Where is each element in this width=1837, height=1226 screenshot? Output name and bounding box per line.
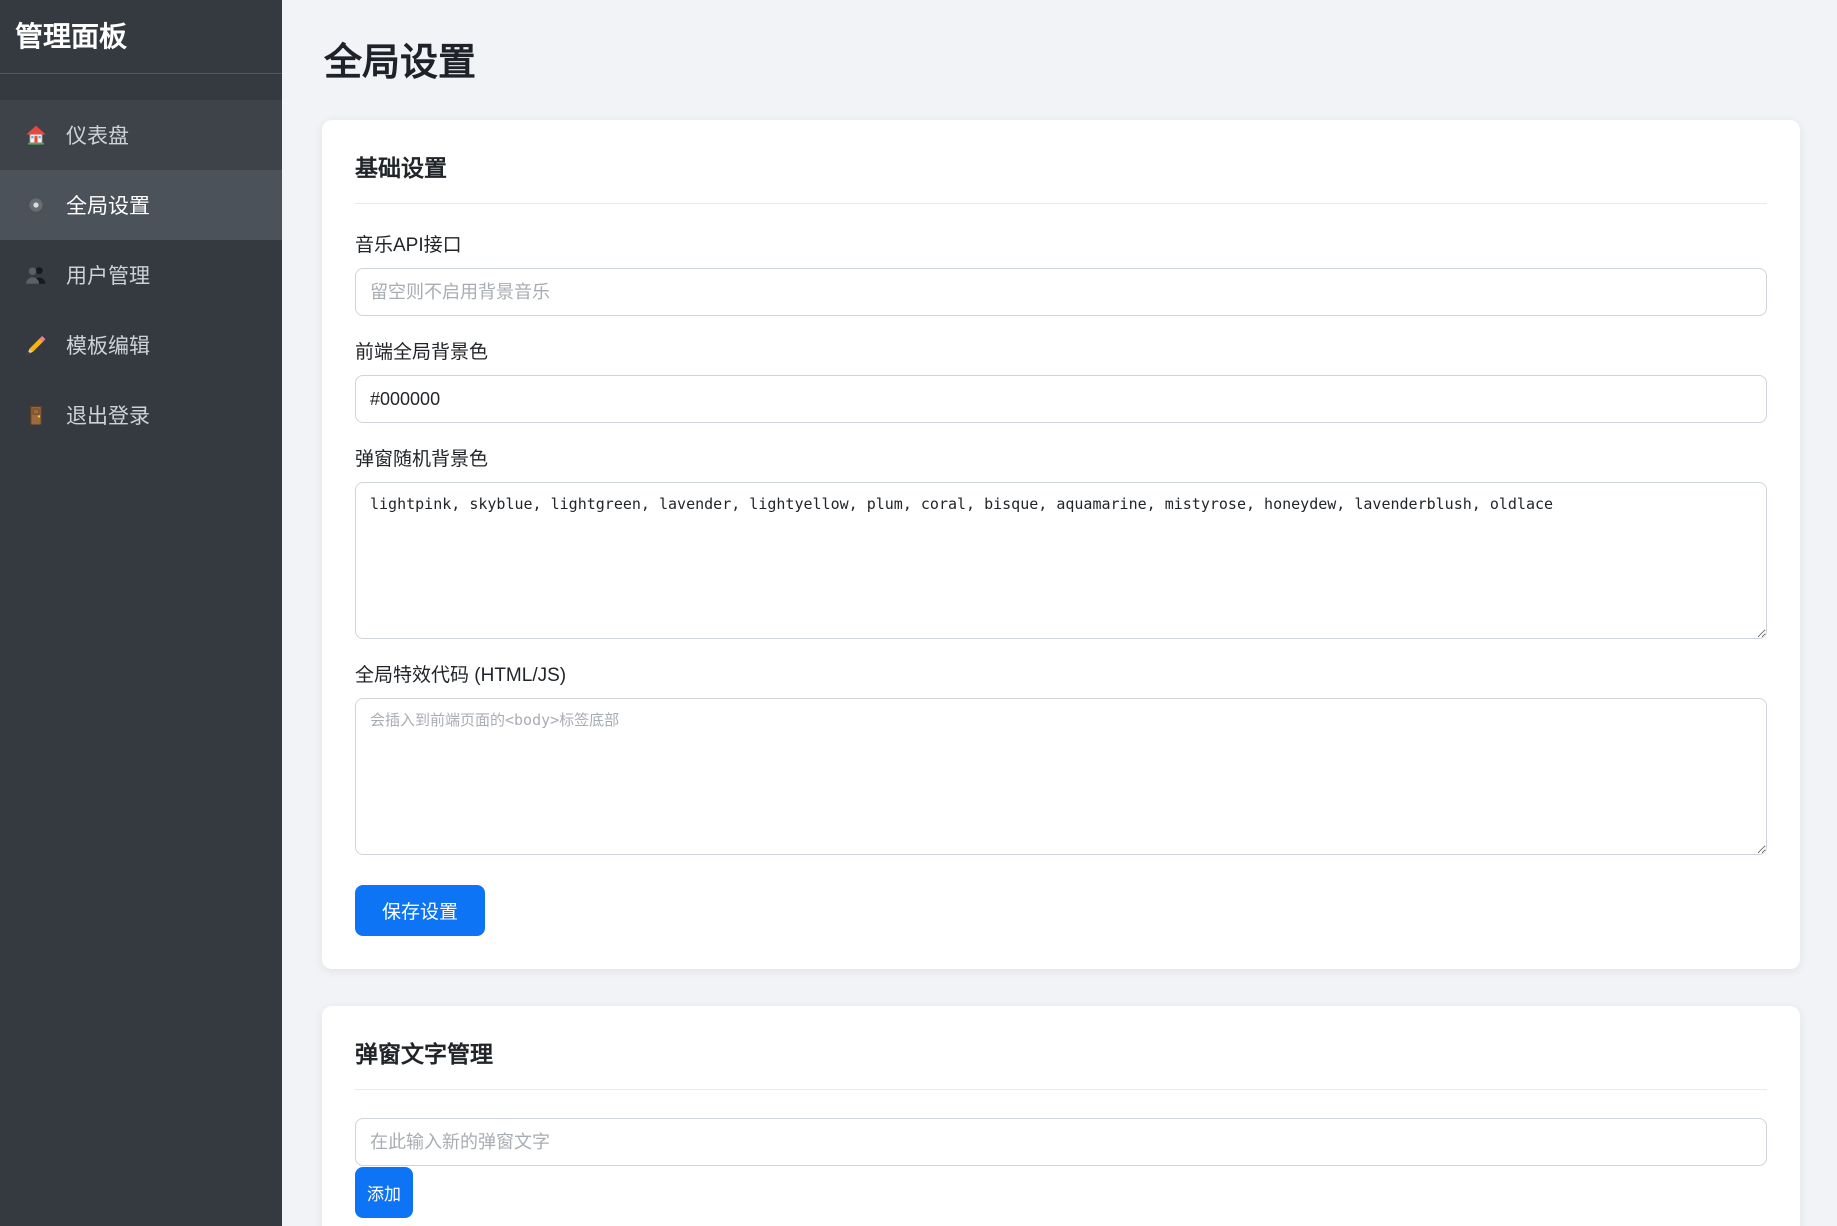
sidebar-item-label: 用户管理 — [66, 260, 150, 290]
save-settings-button[interactable]: 保存设置 — [355, 885, 485, 936]
music-api-group: 音乐API接口 — [355, 235, 1767, 316]
app-title: 管理面板 — [0, 0, 282, 73]
sidebar-item-template-edit[interactable]: 模板编辑 — [0, 310, 282, 380]
new-popup-text-input[interactable] — [355, 1118, 1767, 1166]
users-icon — [25, 264, 47, 286]
sidebar-item-user-management[interactable]: 用户管理 — [0, 240, 282, 310]
popup-colors-textarea[interactable]: lightpink, skyblue, lightgreen, lavender… — [355, 482, 1767, 639]
bg-color-group: 前端全局背景色 — [355, 342, 1767, 423]
popup-colors-group: 弹窗随机背景色 lightpink, skyblue, lightgreen, … — [355, 449, 1767, 639]
page-title: 全局设置 — [324, 38, 1800, 88]
sidebar-item-logout[interactable]: 退出登录 — [0, 380, 282, 450]
basic-settings-card: 基础设置 音乐API接口 前端全局背景色 弹窗随机背景色 lightpink, … — [322, 120, 1800, 969]
sidebar-item-label: 模板编辑 — [66, 330, 150, 360]
gear-icon — [25, 194, 47, 216]
music-api-label: 音乐API接口 — [355, 235, 1767, 257]
effects-code-textarea[interactable] — [355, 698, 1767, 855]
popup-colors-label: 弹窗随机背景色 — [355, 449, 1767, 471]
sidebar-menu: 仪表盘 全局设置 用户管理 — [0, 100, 282, 450]
basic-settings-heading: 基础设置 — [355, 153, 1767, 183]
sidebar-item-label: 退出登录 — [66, 400, 150, 430]
main-content: 全局设置 基础设置 音乐API接口 前端全局背景色 弹窗随机背景色 lightp… — [282, 0, 1837, 1226]
add-popup-text-button[interactable]: 添加 — [355, 1167, 413, 1218]
home-icon — [25, 124, 47, 146]
music-api-input[interactable] — [355, 268, 1767, 316]
heading-divider — [355, 203, 1767, 204]
sidebar-item-global-settings[interactable]: 全局设置 — [0, 170, 282, 240]
effects-code-label: 全局特效代码 (HTML/JS) — [355, 665, 1767, 687]
popup-text-heading: 弹窗文字管理 — [355, 1039, 1767, 1069]
bg-color-label: 前端全局背景色 — [355, 342, 1767, 364]
pencil-icon — [25, 334, 47, 356]
sidebar-item-label: 全局设置 — [66, 190, 150, 220]
heading-divider — [355, 1089, 1767, 1090]
effects-code-group: 全局特效代码 (HTML/JS) — [355, 665, 1767, 855]
bg-color-input[interactable] — [355, 375, 1767, 423]
sidebar-item-dashboard[interactable]: 仪表盘 — [0, 100, 282, 170]
sidebar-item-label: 仪表盘 — [66, 120, 129, 150]
sidebar: 管理面板 仪表盘 — [0, 0, 282, 1226]
popup-text-card: 弹窗文字管理 添加 — [322, 1006, 1800, 1226]
door-icon — [25, 404, 47, 426]
sidebar-divider — [0, 73, 282, 74]
